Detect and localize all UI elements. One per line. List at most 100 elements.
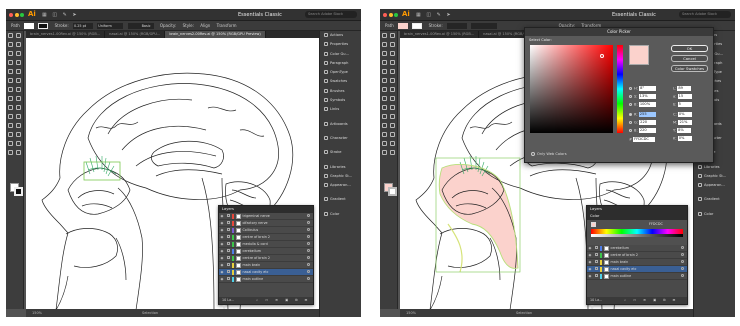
mesh-icon[interactable] — [8, 114, 13, 119]
zoom-tool-icon[interactable] — [16, 150, 21, 155]
variable-width-dropdown[interactable]: Uniform — [97, 23, 124, 29]
lock-toggle-icon[interactable] — [595, 246, 598, 249]
paintbrush-icon[interactable] — [390, 69, 395, 74]
color-fill-swatch[interactable] — [591, 222, 596, 227]
dock-appearance[interactable]: Appearan... — [694, 181, 735, 190]
workspace-switcher[interactable]: Essentials Classic — [238, 12, 282, 18]
doc-tab[interactable]: brain_nerves1-00Rev.ai @ 150% (RGB... — [400, 31, 480, 38]
lock-toggle-icon[interactable] — [227, 263, 230, 266]
stroke-swatch[interactable] — [412, 23, 423, 29]
dock-gradient[interactable]: Gradient — [320, 195, 361, 204]
visibility-eye-icon[interactable]: ◉ — [587, 259, 593, 265]
fill-swatch[interactable] — [398, 23, 409, 29]
lock-toggle-icon[interactable] — [227, 277, 230, 280]
dock-paragraph[interactable]: Paragraph — [320, 59, 361, 68]
dock-color-guide[interactable]: Color Gu... — [320, 50, 361, 59]
layers-panel-title[interactable]: Layers — [219, 206, 313, 213]
layer-row[interactable]: ◉ centre of brain 2 — [587, 252, 687, 259]
dock-appearance[interactable]: Appearan... — [320, 181, 361, 190]
eyedropper-icon[interactable] — [8, 123, 13, 128]
lock-toggle-icon[interactable] — [227, 256, 230, 259]
doc-tab[interactable]: nasal.ai @ 150% (RGB/GPU... — [105, 31, 166, 38]
lasso-icon[interactable] — [16, 42, 21, 47]
visibility-eye-icon[interactable]: ◉ — [587, 273, 593, 279]
direct-selection-tool-icon[interactable] — [16, 33, 21, 38]
blend-icon[interactable] — [16, 123, 21, 128]
lock-toggle-icon[interactable] — [595, 267, 598, 270]
pen-tool-icon[interactable] — [382, 51, 387, 56]
layer-row[interactable]: ◉ main brain — [587, 259, 687, 266]
layer-row[interactable]: ◉ centre of brain 2 — [219, 234, 313, 241]
target-circle-icon[interactable] — [307, 214, 310, 217]
color-swatches-button[interactable]: Color Swatches — [671, 65, 708, 72]
zoom-level[interactable]: 150% — [406, 311, 416, 315]
visibility-eye-icon[interactable]: ◉ — [219, 269, 225, 275]
visibility-eye-icon[interactable]: ◉ — [587, 252, 593, 258]
app-bar-icons[interactable]: ▦ ◫ ✎ ➤ — [416, 12, 453, 18]
visibility-eye-icon[interactable]: ◉ — [587, 266, 593, 272]
selection-tool-icon[interactable] — [382, 33, 387, 38]
line-tool-icon[interactable] — [390, 60, 395, 65]
hsb-h[interactable]: H: 8° — [629, 86, 657, 91]
lock-toggle-icon[interactable] — [227, 249, 230, 252]
layer-row[interactable]: ◉ cerebellum — [587, 245, 687, 252]
dock-actions[interactable]: Actions — [320, 31, 361, 40]
rotate-icon[interactable] — [382, 87, 387, 92]
magic-wand-icon[interactable] — [8, 42, 13, 47]
lab-l[interactable]: L: 89 — [673, 86, 692, 91]
target-circle-icon[interactable] — [681, 274, 684, 277]
scale-icon[interactable] — [390, 87, 395, 92]
slice-icon[interactable] — [390, 141, 395, 146]
target-circle-icon[interactable] — [307, 277, 310, 280]
cmyk-c[interactable]: C: 0% — [673, 112, 692, 117]
layer-row[interactable]: ◉ olfactory nerve — [219, 220, 313, 227]
width-tool-icon[interactable] — [382, 96, 387, 101]
visibility-eye-icon[interactable]: ◉ — [587, 245, 593, 251]
rgb-b[interactable]: B: 220 — [629, 128, 656, 133]
close-icon[interactable] — [9, 13, 13, 17]
target-circle-icon[interactable] — [307, 249, 310, 252]
stock-search-input[interactable]: Search Adobe Stock — [679, 11, 731, 18]
eraser-icon[interactable] — [390, 78, 395, 83]
app-bar-icons[interactable]: ▦ ◫ ✎ ➤ — [42, 12, 79, 18]
lab-a[interactable]: a: 15 — [673, 94, 692, 99]
lock-toggle-icon[interactable] — [595, 274, 598, 277]
lock-toggle-icon[interactable] — [227, 221, 230, 224]
lock-toggle-icon[interactable] — [227, 242, 230, 245]
selection-tool-icon[interactable] — [8, 33, 13, 38]
artboard-tool-icon[interactable] — [8, 141, 13, 146]
stock-search-input[interactable]: Search Adobe Stock — [305, 11, 357, 18]
hand-tool-icon[interactable] — [382, 150, 387, 155]
perspective-icon[interactable] — [16, 105, 21, 110]
dock-color[interactable]: Color — [320, 210, 361, 219]
rectangle-tool-icon[interactable] — [382, 69, 387, 74]
layer-row[interactable]: ◉ main outline — [587, 273, 687, 280]
slice-icon[interactable] — [16, 141, 21, 146]
target-circle-icon[interactable] — [681, 246, 684, 249]
visibility-eye-icon[interactable]: ◉ — [219, 248, 225, 254]
target-circle-icon[interactable] — [307, 228, 310, 231]
layer-row[interactable]: ◉ Colliculus — [219, 227, 313, 234]
dock-opentype[interactable]: OpenType — [320, 68, 361, 77]
align-link[interactable]: Align — [200, 21, 210, 30]
visibility-eye-icon[interactable]: ◉ — [219, 276, 225, 282]
magic-wand-icon[interactable] — [382, 42, 387, 47]
dock-artboards[interactable]: Artboards — [320, 120, 361, 129]
pen-tool-icon[interactable] — [8, 51, 13, 56]
layer-row[interactable]: ◉ trigeminal nerve — [219, 213, 313, 220]
window-controls[interactable] — [383, 13, 400, 18]
mesh-icon[interactable] — [382, 114, 387, 119]
stroke-weight-field[interactable]: 0.25 pt — [73, 23, 94, 29]
dock-brushes[interactable]: Brushes — [320, 87, 361, 96]
eraser-icon[interactable] — [16, 78, 21, 83]
target-circle-icon[interactable] — [307, 221, 310, 224]
dock-links[interactable]: Links — [320, 105, 361, 114]
cmyk-k[interactable]: K: 0% — [673, 136, 692, 141]
target-circle-icon[interactable] — [307, 270, 310, 273]
artboard-tool-icon[interactable] — [382, 141, 387, 146]
minimize-icon[interactable] — [14, 13, 19, 17]
hsb-s[interactable]: S: 13% — [629, 94, 656, 99]
color-spectrum-ramp[interactable] — [591, 229, 683, 237]
zoom-icon[interactable] — [394, 13, 398, 17]
gradient-tool-icon[interactable] — [16, 114, 21, 119]
